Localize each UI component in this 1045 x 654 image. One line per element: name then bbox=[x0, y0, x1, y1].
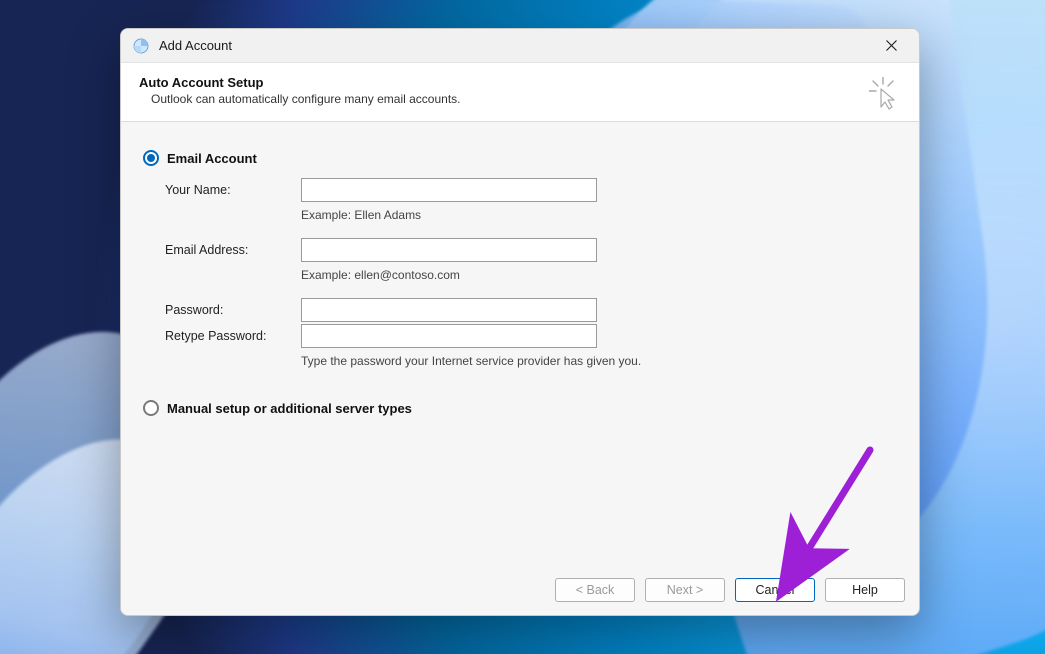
retype-password-input[interactable] bbox=[301, 324, 597, 348]
window-title: Add Account bbox=[159, 38, 871, 53]
wizard-body: Email Account Your Name: Example: Ellen … bbox=[121, 122, 919, 563]
add-account-dialog: Add Account Auto Account Setup Outlook c… bbox=[120, 28, 920, 616]
radio-email-account-label: Email Account bbox=[167, 151, 257, 166]
radio-manual-setup[interactable]: Manual setup or additional server types bbox=[143, 400, 897, 416]
email-address-hint: Example: ellen@contoso.com bbox=[301, 268, 897, 282]
radio-manual-setup-label: Manual setup or additional server types bbox=[167, 401, 412, 416]
wizard-header: Auto Account Setup Outlook can automatic… bbox=[121, 63, 919, 122]
your-name-hint: Example: Ellen Adams bbox=[301, 208, 897, 222]
radio-checked-icon bbox=[143, 150, 159, 166]
app-icon bbox=[131, 36, 151, 56]
email-account-form: Your Name: Example: Ellen Adams Email Ad… bbox=[165, 178, 897, 368]
email-address-input[interactable] bbox=[301, 238, 597, 262]
wizard-cursor-icon bbox=[867, 75, 901, 111]
retype-password-label: Retype Password: bbox=[165, 329, 293, 343]
wizard-footer: < Back Next > Cancel Help bbox=[121, 563, 919, 615]
cancel-button[interactable]: Cancel bbox=[735, 578, 815, 602]
title-bar[interactable]: Add Account bbox=[121, 29, 919, 63]
your-name-label: Your Name: bbox=[165, 183, 293, 197]
password-hint: Type the password your Internet service … bbox=[301, 354, 897, 368]
password-label: Password: bbox=[165, 303, 293, 317]
close-button[interactable] bbox=[871, 32, 911, 60]
password-input[interactable] bbox=[301, 298, 597, 322]
radio-email-account[interactable]: Email Account bbox=[143, 150, 897, 166]
email-address-label: Email Address: bbox=[165, 243, 293, 257]
next-button[interactable]: Next > bbox=[645, 578, 725, 602]
radio-unchecked-icon bbox=[143, 400, 159, 416]
header-title: Auto Account Setup bbox=[139, 75, 867, 90]
header-subtitle: Outlook can automatically configure many… bbox=[151, 92, 867, 106]
help-button[interactable]: Help bbox=[825, 578, 905, 602]
back-button[interactable]: < Back bbox=[555, 578, 635, 602]
your-name-input[interactable] bbox=[301, 178, 597, 202]
